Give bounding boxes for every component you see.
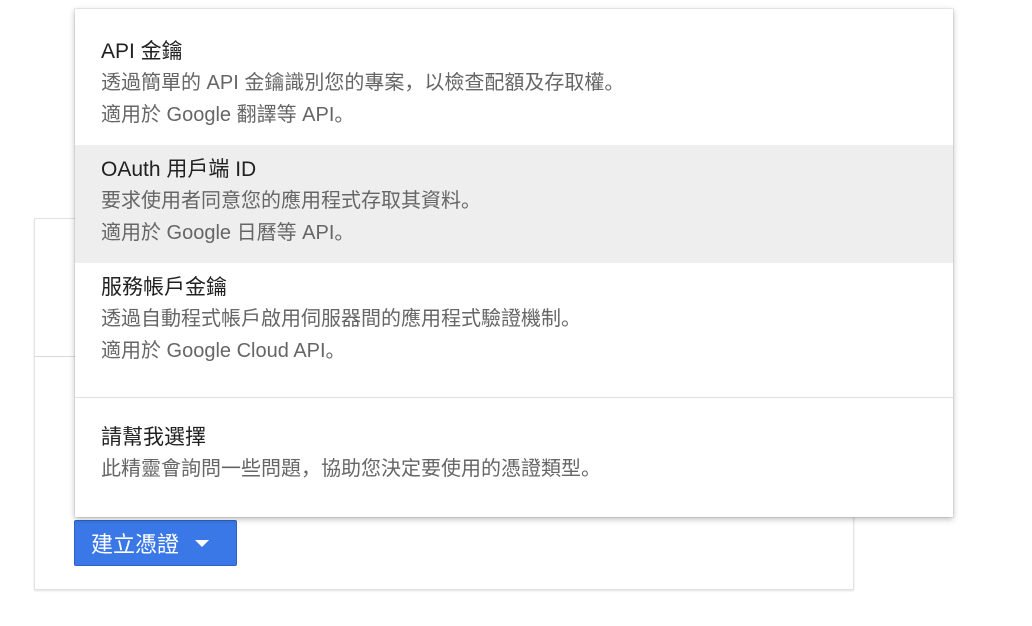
menu-item-help-me-choose[interactable]: 請幫我選擇 此精靈會詢問一些問題，協助您決定要使用的憑證類型。 xyxy=(75,423,953,503)
menu-item-title: API 金鑰 xyxy=(101,40,183,63)
menu-item-usage: 適用於 Google 日曆等 API。 xyxy=(101,222,355,244)
menu-item-api-key[interactable]: API 金鑰 透過簡單的 API 金鑰識別您的專案，以檢查配額及存取權。 適用於… xyxy=(75,37,953,145)
menu-item-title: 服務帳戶金鑰 xyxy=(101,276,227,299)
menu-item-description: 要求使用者同意您的應用程式存取其資料。 xyxy=(101,190,481,212)
menu-item-usage: 適用於 Google Cloud API。 xyxy=(101,340,346,362)
menu-item-oauth-client-id[interactable]: OAuth 用戶端 ID 要求使用者同意您的應用程式存取其資料。 適用於 Goo… xyxy=(75,145,953,263)
menu-item-description: 透過簡單的 API 金鑰識別您的專案，以檢查配額及存取權。 xyxy=(101,72,625,94)
menu-item-description: 此精靈會詢問一些問題，協助您決定要使用的憑證類型。 xyxy=(101,458,601,480)
create-credentials-label: 建立憑證 xyxy=(91,532,180,557)
create-credentials-menu: API 金鑰 透過簡單的 API 金鑰識別您的專案，以檢查配額及存取權。 適用於… xyxy=(75,9,953,517)
caret-down-icon xyxy=(195,539,210,547)
menu-item-title: 請幫我選擇 xyxy=(101,426,206,449)
create-credentials-button[interactable]: 建立憑證 xyxy=(74,520,237,566)
menu-divider xyxy=(75,397,953,398)
menu-item-title: OAuth 用戶端 ID xyxy=(101,158,257,181)
menu-item-usage: 適用於 Google 翻譯等 API。 xyxy=(101,104,355,126)
card-divider xyxy=(34,356,76,357)
menu-item-service-account-key[interactable]: 服務帳戶金鑰 透過自動程式帳戶啟用伺服器間的應用程式驗證機制。 適用於 Goog… xyxy=(75,263,953,389)
menu-item-description: 透過自動程式帳戶啟用伺服器間的應用程式驗證機制。 xyxy=(101,308,581,330)
